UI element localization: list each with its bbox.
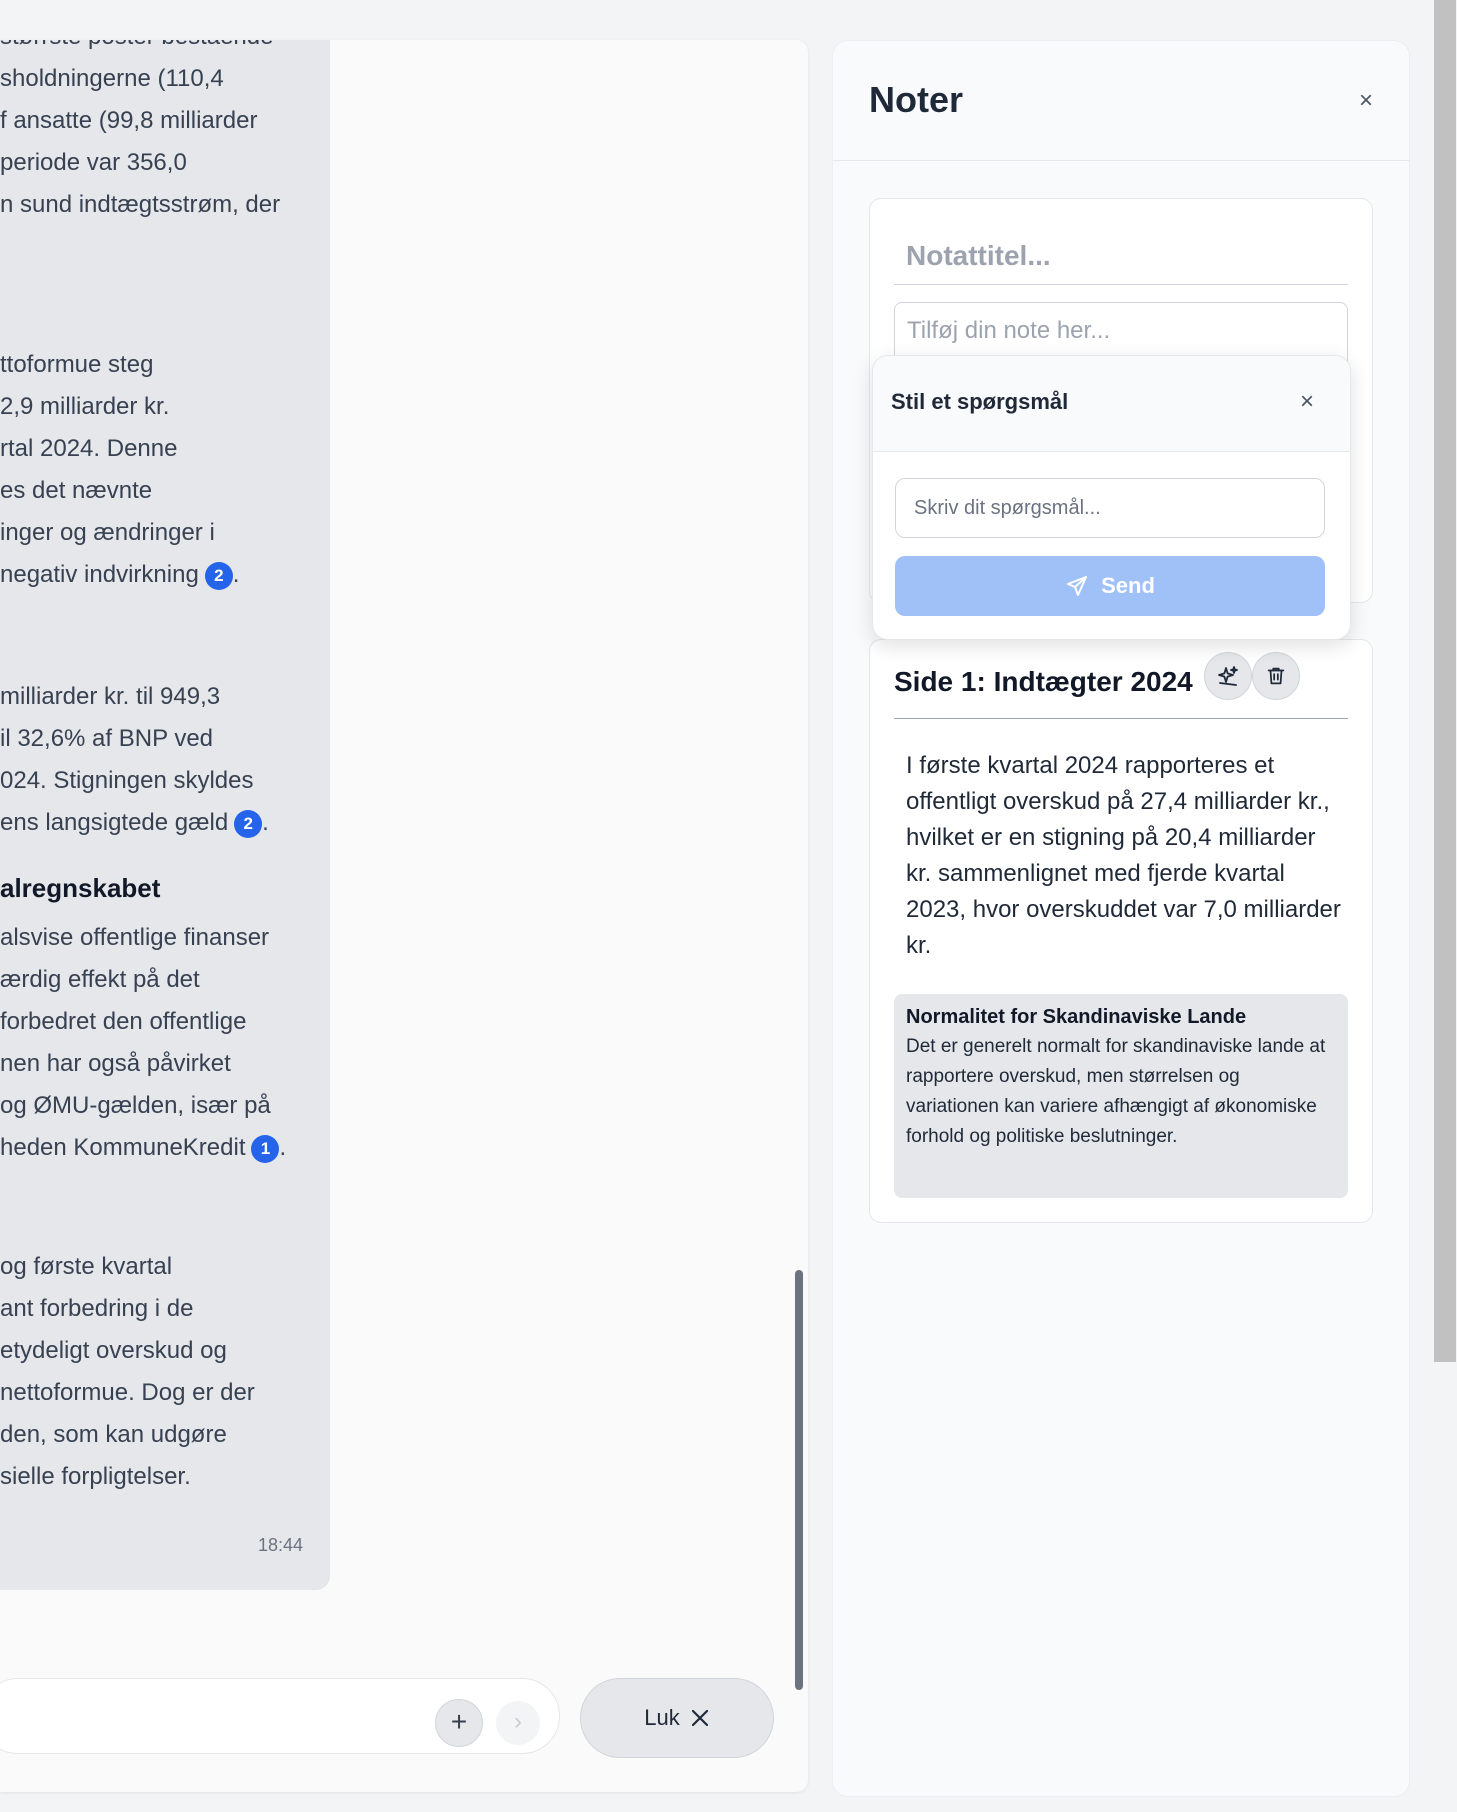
send-button[interactable]: Send xyxy=(895,556,1325,616)
notes-header: Noter × xyxy=(833,41,1409,161)
message-line: sielle forpligtelser. xyxy=(0,1463,191,1490)
message-line: og første kvartal xyxy=(0,1253,173,1280)
section-heading: alregnskabet xyxy=(0,873,161,903)
saved-note-divider xyxy=(894,718,1348,719)
notes-close-button[interactable]: × xyxy=(1359,87,1373,115)
message-line-text: heden KommuneKredit xyxy=(0,1134,246,1161)
question-popup-header: Stil et spørgsmål × xyxy=(873,356,1350,452)
message-line: nettoformue. Dog er der xyxy=(0,1379,255,1406)
delete-note-button[interactable] xyxy=(1252,652,1300,700)
trash-icon xyxy=(1267,667,1285,685)
add-button[interactable]: + xyxy=(435,1699,483,1747)
message-line: sholdningerne (110,4 xyxy=(0,65,224,92)
message-line: negativ indvirkning 2. xyxy=(0,561,240,590)
message-line: og ØMU-gælden, især på xyxy=(0,1092,271,1119)
citation-badge[interactable]: 1 xyxy=(251,1134,280,1163)
message-line: 2,9 milliarder kr. xyxy=(0,393,170,420)
message-line: n sund indtægtsstrøm, der xyxy=(0,191,281,218)
message-line: f ansatte (99,8 milliarder xyxy=(0,107,258,134)
close-chat-button[interactable]: Luk xyxy=(580,1678,774,1758)
message-line: milliarder kr. til 949,3 xyxy=(0,683,221,710)
notes-title: Noter xyxy=(869,79,964,120)
message-line: periode var 356,0 xyxy=(0,149,187,176)
message-timestamp: 18:44 xyxy=(258,1535,304,1555)
close-icon xyxy=(691,1709,708,1727)
message-line: størrste poster bestående xyxy=(0,40,273,52)
message-line: alsvise offentlige finanser xyxy=(0,924,270,951)
annotation-body: Det er generelt normalt for skandinavisk… xyxy=(906,1036,1326,1147)
chat-scrollbar[interactable] xyxy=(795,1270,803,1690)
message-line: ens langsigtede gæld 2. xyxy=(0,809,269,838)
saved-note-card: Side 1: Indtægter 2024 I første kvartal … xyxy=(869,639,1373,1223)
next-button[interactable]: › xyxy=(496,1701,540,1745)
message-line: rtal 2024. Denne xyxy=(0,435,178,462)
message-line: nen har også påvirket xyxy=(0,1050,231,1077)
citation-badge[interactable]: 2 xyxy=(234,809,263,838)
saved-note-title: Side 1: Indtægter 2024 xyxy=(894,666,1193,697)
question-input[interactable] xyxy=(895,478,1325,538)
sparkle-icon xyxy=(1218,666,1238,686)
page-scrollbar-thumb[interactable] xyxy=(1434,0,1456,1362)
send-icon xyxy=(1067,576,1088,596)
message-line: den, som kan udgøre xyxy=(0,1421,227,1448)
annotation-title: Normalitet for Skandinaviske Lande xyxy=(906,1006,1247,1028)
message-line: forbedret den offentlige xyxy=(0,1008,247,1035)
chat-panel: størrste poster bestående sholdningerne … xyxy=(0,40,808,1792)
message-line: ant forbedring i de xyxy=(0,1295,194,1322)
send-label: Send xyxy=(1101,573,1155,598)
message-line: ærdig effekt på det xyxy=(0,966,200,993)
message-line: etydeligt overskud og xyxy=(0,1337,227,1364)
question-popup: Stil et spørgsmål × Send xyxy=(872,355,1351,640)
note-annotation: Normalitet for Skandinaviske Lande Det e… xyxy=(894,994,1348,1198)
citation-badge[interactable]: 2 xyxy=(204,561,233,590)
assistant-message-bubble: størrste poster bestående sholdningerne … xyxy=(0,40,330,1590)
close-chat-label: Luk xyxy=(644,1705,680,1730)
message-line: 024. Stigningen skyldes xyxy=(0,767,254,794)
plus-icon: + xyxy=(450,1706,468,1737)
ai-assist-button[interactable] xyxy=(1204,652,1252,700)
note-title-input[interactable] xyxy=(894,227,1348,285)
question-popup-close-button[interactable]: × xyxy=(1300,388,1314,416)
question-popup-title: Stil et spørgsmål xyxy=(891,389,1069,414)
message-line: heden KommuneKredit 1. xyxy=(0,1134,287,1163)
chevron-right-icon: › xyxy=(514,1708,522,1735)
message-line-text: negativ indvirkning xyxy=(0,561,199,588)
message-line: es det nævnte xyxy=(0,477,153,504)
message-line-text: ens langsigtede gæld xyxy=(0,809,229,836)
saved-note-body: I første kvartal 2024 rapporteres et off… xyxy=(906,752,1341,959)
message-line: inger og ændringer i xyxy=(0,519,215,546)
message-line: il 32,6% af BNP ved xyxy=(0,725,214,752)
message-line: ttoformue steg xyxy=(0,351,154,378)
notes-panel: Noter × Side 1: Indtægter 2024 I første … xyxy=(832,40,1410,1797)
